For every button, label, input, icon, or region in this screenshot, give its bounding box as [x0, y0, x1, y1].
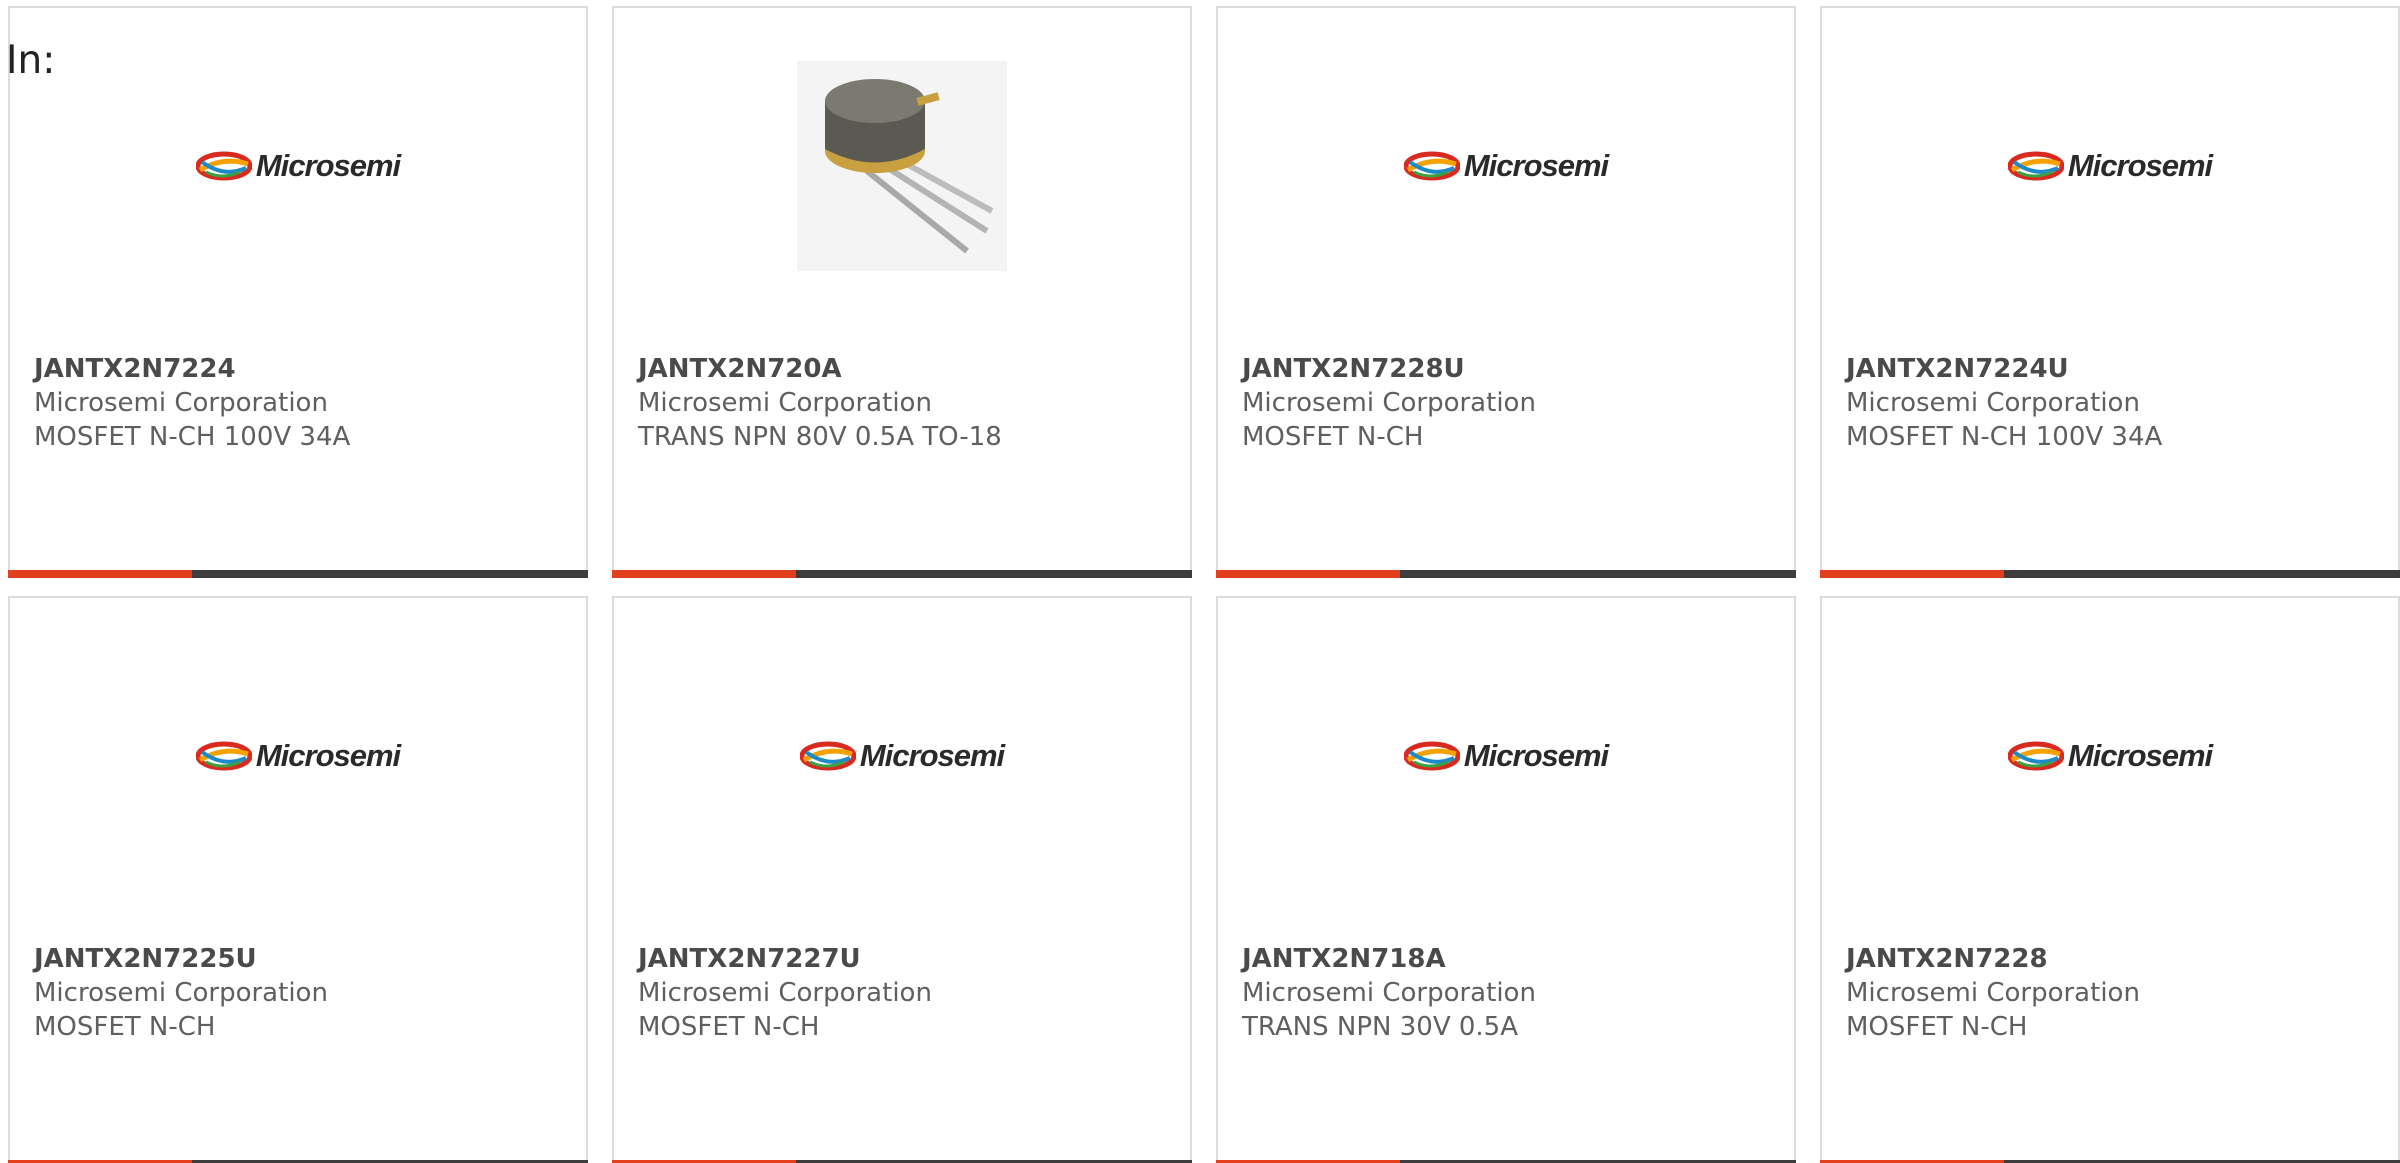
microsemi-logo: Microsemi — [195, 147, 401, 184]
card-accent — [612, 570, 796, 578]
part-number[interactable]: JANTX2N7224U — [1846, 352, 2378, 386]
logo-wordmark: Microsemi — [2067, 737, 2213, 773]
to18-transistor-photo — [797, 60, 1007, 271]
microsemi-swirl-icon — [1403, 151, 1460, 180]
manufacturer: Microsemi Corporation — [638, 388, 932, 418]
card-footer-bar — [1820, 570, 2400, 578]
manufacturer: Microsemi Corporation — [34, 978, 328, 1008]
microsemi-swirl-icon — [195, 741, 252, 770]
microsemi-logo: Microsemi — [799, 737, 1005, 774]
product-description: MOSFET N-CH 100V 34A — [1846, 422, 2163, 452]
manufacturer: Microsemi Corporation — [1242, 978, 1536, 1008]
manufacturer: Microsemi Corporation — [1242, 388, 1536, 418]
card-accent — [8, 570, 192, 578]
part-number[interactable]: JANTX2N7228 — [1846, 942, 2378, 976]
microsemi-swirl-icon — [195, 151, 252, 180]
microsemi-logo: Microsemi — [2007, 147, 2213, 184]
logo-wordmark: Microsemi — [255, 737, 401, 773]
product-description: TRANS NPN 80V 0.5A TO-18 — [638, 422, 1002, 452]
microsemi-swirl-icon — [1403, 741, 1460, 770]
part-number[interactable]: JANTX2N7227U — [638, 942, 1170, 976]
in-filter-label: In: — [6, 38, 56, 83]
microsemi-logo: Microsemi — [1403, 737, 1609, 774]
product-description: TRANS NPN 30V 0.5A — [1242, 1012, 1519, 1042]
logo-wordmark: Microsemi — [1463, 737, 1609, 773]
product-grid: Microsemi JANTX2N7224 Microsemi Corporat… — [0, 0, 2400, 1163]
product-image: Microsemi — [1218, 48, 1794, 283]
microsemi-swirl-icon — [2007, 741, 2064, 770]
manufacturer: Microsemi Corporation — [1846, 978, 2140, 1008]
product-description: MOSFET N-CH — [34, 1012, 216, 1042]
product-card[interactable]: Microsemi JANTX2N7224U Microsemi Corpora… — [1820, 6, 2400, 578]
card-accent — [1820, 570, 2004, 578]
part-number[interactable]: JANTX2N7225U — [34, 942, 566, 976]
product-card[interactable]: Microsemi JANTX2N7228U Microsemi Corpora… — [1216, 6, 1796, 578]
product-image: Microsemi — [1218, 638, 1794, 873]
product-card[interactable]: Microsemi JANTX2N7228 Microsemi Corporat… — [1820, 596, 2400, 1163]
product-description: MOSFET N-CH 100V 34A — [34, 422, 351, 452]
card-footer-bar — [1216, 570, 1796, 578]
part-number[interactable]: JANTX2N720A — [638, 352, 1170, 386]
manufacturer: Microsemi Corporation — [1846, 388, 2140, 418]
product-grid-page: In: Microsemi JANTX2N7224 Microsemi Corp… — [0, 0, 2400, 1163]
product-card[interactable]: Microsemi JANTX2N718A Microsemi Corporat… — [1216, 596, 1796, 1163]
logo-wordmark: Microsemi — [2067, 147, 2213, 183]
microsemi-swirl-icon — [799, 741, 856, 770]
manufacturer: Microsemi Corporation — [638, 978, 932, 1008]
microsemi-logo: Microsemi — [195, 737, 401, 774]
logo-wordmark: Microsemi — [1463, 147, 1609, 183]
part-number[interactable]: JANTX2N718A — [1242, 942, 1774, 976]
product-card[interactable]: JANTX2N720A Microsemi Corporation TRANS … — [612, 6, 1192, 578]
product-description: MOSFET N-CH — [1846, 1012, 2028, 1042]
logo-wordmark: Microsemi — [859, 737, 1005, 773]
product-image: Microsemi — [614, 638, 1190, 873]
product-image: Microsemi — [10, 638, 586, 873]
card-footer-bar — [612, 570, 1192, 578]
microsemi-logo: Microsemi — [2007, 737, 2213, 774]
product-image — [614, 48, 1190, 283]
product-image: Microsemi — [1822, 48, 2398, 283]
product-description: MOSFET N-CH — [1242, 422, 1424, 452]
manufacturer: Microsemi Corporation — [34, 388, 328, 418]
product-description: MOSFET N-CH — [638, 1012, 820, 1042]
microsemi-logo: Microsemi — [1403, 147, 1609, 184]
product-card[interactable]: Microsemi JANTX2N7224 Microsemi Corporat… — [8, 6, 588, 578]
logo-wordmark: Microsemi — [255, 147, 401, 183]
part-number[interactable]: JANTX2N7228U — [1242, 352, 1774, 386]
product-card[interactable]: Microsemi JANTX2N7227U Microsemi Corpora… — [612, 596, 1192, 1163]
microsemi-swirl-icon — [2007, 151, 2064, 180]
card-accent — [1216, 570, 1400, 578]
product-image: Microsemi — [10, 48, 586, 283]
product-image: Microsemi — [1822, 638, 2398, 873]
card-footer-bar — [8, 570, 588, 578]
product-card[interactable]: Microsemi JANTX2N7225U Microsemi Corpora… — [8, 596, 588, 1163]
part-number[interactable]: JANTX2N7224 — [34, 352, 566, 386]
